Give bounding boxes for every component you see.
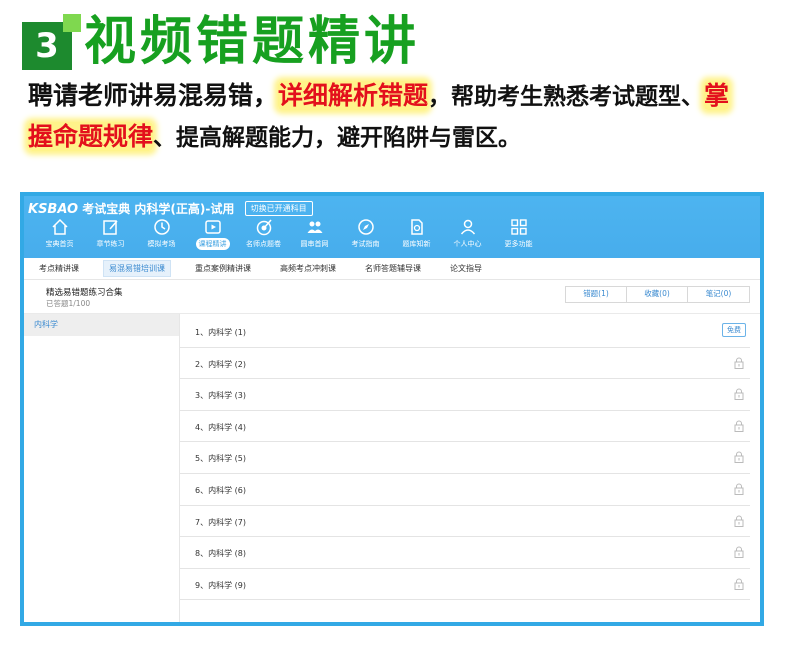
clock-icon	[153, 219, 170, 235]
content-area: 内科学 1、内科学 (1) 免费 2、内科学 (2) 3、内科学 (3) 4、内…	[24, 314, 760, 622]
nav-item-people[interactable]: 圆串首网	[289, 218, 340, 250]
main-nav: 宝典首页 章节练习 模拟考场 课程精讲 名师点题卷 圆串首网 考试指南 题库知新…	[34, 218, 544, 250]
lesson-title: 7、内科学 (7)	[195, 517, 246, 527]
subject-sidebar: 内科学	[24, 314, 180, 622]
lock-icon	[734, 515, 744, 527]
nav-label: 模拟考场	[147, 240, 176, 248]
lock-icon	[734, 546, 744, 559]
promo-banner: 3 视频错题精讲 聘请老师讲易混易错，详细解析错题，帮助考生熟悉考试题型、掌握命…	[0, 0, 790, 175]
subtab-thesis-guidance[interactable]: 论文指导	[445, 261, 487, 276]
collection-title: 精选易错题练习合集	[46, 288, 123, 298]
lock-icon	[734, 578, 744, 590]
lesson-title: 2、内科学 (2)	[195, 359, 246, 369]
nav-label: 宝典首页	[45, 240, 74, 248]
list-item[interactable]: 2、内科学 (2)	[180, 348, 750, 380]
nav-label: 考试指南	[351, 240, 380, 248]
subtab-case-studies[interactable]: 重点案例精讲课	[190, 261, 256, 276]
nav-item-question-bank[interactable]: 题库知新	[391, 218, 442, 250]
lesson-title: 1、内科学 (1)	[195, 328, 246, 337]
nav-label: 圆串首网	[300, 240, 329, 248]
lock-icon	[734, 451, 744, 464]
notes-button[interactable]: 笔记(0)	[688, 287, 749, 302]
collection-buttons: 错题(1) 收藏(0) 笔记(0)	[565, 286, 750, 303]
app-header: KSBAO 考试宝典 内科学(正高)-试用 切换已开通科目 宝典首页 章节练习 …	[24, 196, 760, 258]
home-icon	[51, 218, 68, 235]
lesson-title: 6、内科学 (6)	[195, 485, 246, 495]
desc-highlight-2a: 掌	[704, 81, 730, 110]
nav-label: 更多功能	[504, 240, 533, 248]
list-item[interactable]: 6、内科学 (6)	[180, 474, 750, 506]
nav-label: 章节练习	[96, 240, 125, 248]
app-window: KSBAO 考试宝典 内科学(正高)-试用 切换已开通科目 宝典首页 章节练习 …	[20, 192, 764, 626]
brand: KSBAO 考试宝典 内科学(正高)-试用 切换已开通科目	[28, 200, 313, 217]
nav-item-exam-guide[interactable]: 考试指南	[340, 218, 391, 250]
lock-icon	[734, 420, 744, 432]
nav-item-more[interactable]: 更多功能	[493, 218, 544, 250]
nav-item-home[interactable]: 宝典首页	[34, 218, 85, 250]
list-item[interactable]: 7、内科学 (7)	[180, 506, 750, 538]
nav-item-mock-exam[interactable]: 模拟考场	[136, 218, 187, 250]
people-icon	[307, 221, 322, 233]
nav-item-personal-center[interactable]: 个人中心	[442, 218, 493, 250]
desc-part-1: 聘请老师讲易混易错，	[28, 81, 279, 110]
list-item[interactable]: 1、内科学 (1) 免费	[180, 316, 750, 348]
edit-icon	[102, 220, 118, 235]
grid-icon	[510, 219, 527, 235]
collection-header: 精选易错题练习合集 已答题1/100 错题(1) 收藏(0) 笔记(0)	[24, 280, 760, 314]
list-item[interactable]: 8、内科学 (8)	[180, 537, 750, 569]
subtab-high-frequency[interactable]: 高频考点冲刺课	[275, 261, 341, 276]
desc-part-2: ，帮助考生熟悉考试题型、	[428, 84, 705, 110]
nav-item-chapter-practice[interactable]: 章节练习	[85, 218, 136, 250]
favorites-button[interactable]: 收藏(0)	[627, 287, 688, 302]
nav-item-course-lectures[interactable]: 课程精讲	[187, 218, 238, 250]
target-icon	[256, 219, 272, 236]
list-item[interactable]: 5、内科学 (5)	[180, 442, 750, 474]
collection-progress: 已答题1/100	[46, 299, 91, 308]
doc-icon	[410, 219, 423, 235]
list-item[interactable]: 9、内科学 (9)	[180, 569, 750, 601]
user-icon	[460, 219, 475, 235]
desc-part-3: 、提高解题能力，避开陷阱与雷区。	[153, 125, 522, 151]
free-badge: 免费	[722, 323, 746, 337]
lesson-title: 5、内科学 (5)	[195, 454, 246, 464]
desc-highlight-1: 详细解析错题	[278, 81, 429, 110]
nav-item-teacher-papers[interactable]: 名师点题卷	[238, 218, 289, 250]
lesson-title: 3、内科学 (3)	[195, 391, 246, 401]
list-item[interactable]: 3、内科学 (3)	[180, 379, 750, 411]
lesson-title: 4、内科学 (4)	[195, 422, 246, 432]
play-icon	[204, 220, 221, 234]
list-item[interactable]: 4、内科学 (4)	[180, 411, 750, 443]
nav-label: 课程精讲	[195, 238, 230, 250]
lock-icon	[734, 357, 744, 369]
promo-description: 聘请老师讲易混易错，详细解析错题，帮助考生熟悉考试题型、掌握命题规律、提高解题能…	[28, 76, 778, 158]
brand-text: 考试宝典 内科学(正高)-试用	[82, 202, 235, 216]
lock-icon	[734, 483, 744, 495]
lock-icon	[734, 388, 744, 401]
subtab-confusing-errors[interactable]: 易混易错培训课	[103, 260, 171, 277]
lesson-title: 8、内科学 (8)	[195, 549, 246, 559]
section-number-badge: 3	[22, 14, 81, 70]
desc-highlight-2b: 握命题规律	[28, 122, 154, 151]
sidebar-item-internal-medicine[interactable]: 内科学	[24, 314, 179, 336]
nav-label: 题库知新	[402, 240, 431, 248]
promo-title: 视频错题精讲	[84, 12, 421, 72]
brand-logo: KSBAO	[28, 202, 79, 217]
switch-subject-button[interactable]: 切换已开通科目	[244, 201, 313, 216]
lesson-title: 9、内科学 (9)	[195, 580, 246, 590]
nav-label: 名师点题卷	[246, 240, 281, 248]
nav-label: 个人中心	[453, 240, 482, 248]
course-subtabs: 考点精讲课 易混易错培训课 重点案例精讲课 高频考点冲刺课 名师答题辅导课 论文…	[24, 258, 760, 280]
subtab-teacher-tutoring[interactable]: 名师答题辅导课	[360, 261, 426, 276]
lesson-list: 1、内科学 (1) 免费 2、内科学 (2) 3、内科学 (3) 4、内科学 (…	[180, 314, 760, 601]
compass-icon	[357, 219, 374, 235]
subtab-key-points[interactable]: 考点精讲课	[34, 261, 84, 276]
wrong-questions-button[interactable]: 错题(1)	[566, 287, 627, 302]
